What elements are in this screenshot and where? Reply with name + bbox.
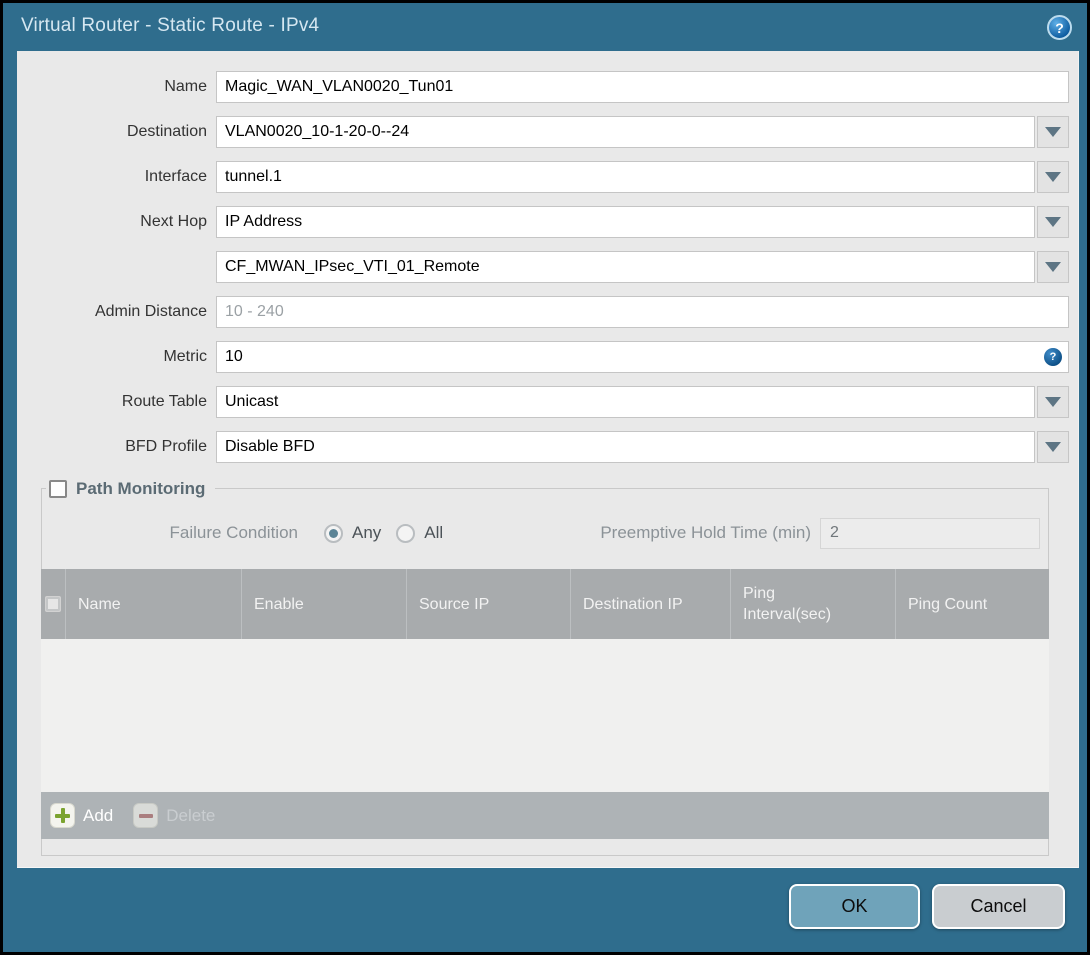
interface-input[interactable] xyxy=(216,161,1035,193)
failure-condition-all-label: All xyxy=(424,523,444,542)
next-hop-type-input[interactable] xyxy=(216,206,1035,238)
route-table-dropdown-button[interactable] xyxy=(1037,386,1069,418)
table-body-empty xyxy=(41,639,1049,792)
failure-condition-row: Failure Condition Any All Preemptive Hol… xyxy=(42,517,1040,549)
failure-condition-all-radio[interactable] xyxy=(396,523,416,543)
column-header-destination-ip: Destination IP xyxy=(570,569,730,639)
interface-label: Interface xyxy=(144,168,207,185)
name-label: Name xyxy=(164,78,207,95)
metric-input[interactable] xyxy=(216,341,1069,373)
field-row-route-table: Route Table xyxy=(17,386,1069,418)
field-row-metric: Metric ? xyxy=(17,341,1069,373)
column-header-source-ip: Source IP xyxy=(406,569,570,639)
add-button[interactable]: Add xyxy=(50,803,113,828)
column-header-ping-interval: Ping Interval(sec) xyxy=(730,569,895,639)
bfd-profile-label: BFD Profile xyxy=(125,438,207,455)
delete-button[interactable]: Delete xyxy=(133,803,215,828)
select-all-cell xyxy=(41,569,65,639)
next-hop-address-dropdown-button[interactable] xyxy=(1037,251,1069,283)
route-table-label: Route Table xyxy=(121,393,207,410)
interface-dropdown-button[interactable] xyxy=(1037,161,1069,193)
destination-label: Destination xyxy=(126,123,207,140)
table-toolbar: Add Delete xyxy=(41,792,1049,839)
field-row-interface: Interface xyxy=(17,161,1069,193)
path-monitoring-table: Name Enable Source IP Destination IP Pin… xyxy=(41,569,1049,839)
path-monitoring-checkbox[interactable] xyxy=(49,480,67,498)
help-icon[interactable]: ? xyxy=(1047,15,1072,40)
failure-condition-any-radio[interactable] xyxy=(324,523,343,543)
next-hop-type-dropdown-button[interactable] xyxy=(1037,206,1069,238)
chevron-down-icon xyxy=(1045,397,1061,407)
destination-dropdown-button[interactable] xyxy=(1037,116,1069,148)
cancel-button[interactable]: Cancel xyxy=(932,884,1065,929)
column-header-ping-count: Ping Count xyxy=(895,569,1049,639)
metric-label: Metric xyxy=(163,348,207,365)
plus-icon xyxy=(50,803,75,828)
delete-button-label: Delete xyxy=(166,805,216,825)
path-monitoring-section: Path Monitoring Failure Condition Any Al… xyxy=(41,476,1049,856)
minus-icon xyxy=(133,803,159,828)
field-row-next-hop-address xyxy=(17,251,1069,283)
chevron-down-icon xyxy=(1045,442,1061,452)
column-header-name: Name xyxy=(65,569,241,639)
preemptive-hold-time-input[interactable] xyxy=(820,517,1040,549)
admin-distance-label: Admin Distance xyxy=(94,303,207,320)
title-bar: Virtual Router - Static Route - IPv4 ? xyxy=(3,3,1087,51)
failure-condition-label: Failure Condition xyxy=(169,523,298,542)
chevron-down-icon xyxy=(1045,127,1061,137)
chevron-down-icon xyxy=(1045,262,1061,272)
path-monitoring-legend: Path Monitoring xyxy=(46,476,216,502)
path-monitoring-title: Path Monitoring xyxy=(76,479,206,498)
preemptive-hold-time-label: Preemptive Hold Time (min) xyxy=(600,523,811,542)
column-header-enable: Enable xyxy=(241,569,406,639)
chevron-down-icon xyxy=(1045,217,1061,227)
dialog-body: Name Destination Interface Next Hop xyxy=(17,51,1079,868)
field-row-bfd-profile: BFD Profile xyxy=(17,431,1069,463)
bfd-profile-dropdown-button[interactable] xyxy=(1037,431,1069,463)
bfd-profile-input[interactable] xyxy=(216,431,1035,463)
destination-input[interactable] xyxy=(216,116,1035,148)
next-hop-address-input[interactable] xyxy=(216,251,1035,283)
add-button-label: Add xyxy=(83,805,114,825)
name-input[interactable] xyxy=(216,71,1069,103)
field-row-admin-distance: Admin Distance xyxy=(17,296,1069,328)
chevron-down-icon xyxy=(1045,172,1061,182)
dialog-title: Virtual Router - Static Route - IPv4 xyxy=(21,15,320,36)
next-hop-label: Next Hop xyxy=(140,213,207,230)
failure-condition-any-label: Any xyxy=(352,523,382,542)
next-hop-address-label xyxy=(17,251,216,283)
select-all-checkbox[interactable] xyxy=(45,596,61,612)
admin-distance-input[interactable] xyxy=(216,296,1069,328)
route-table-input[interactable] xyxy=(216,386,1035,418)
field-row-destination: Destination xyxy=(17,116,1069,148)
metric-help-icon[interactable]: ? xyxy=(1044,348,1062,366)
field-row-next-hop: Next Hop xyxy=(17,206,1069,238)
ok-button[interactable]: OK xyxy=(789,884,920,929)
table-header: Name Enable Source IP Destination IP Pin… xyxy=(41,569,1049,639)
static-route-dialog: Virtual Router - Static Route - IPv4 ? N… xyxy=(0,0,1090,955)
field-row-name: Name xyxy=(17,71,1069,103)
